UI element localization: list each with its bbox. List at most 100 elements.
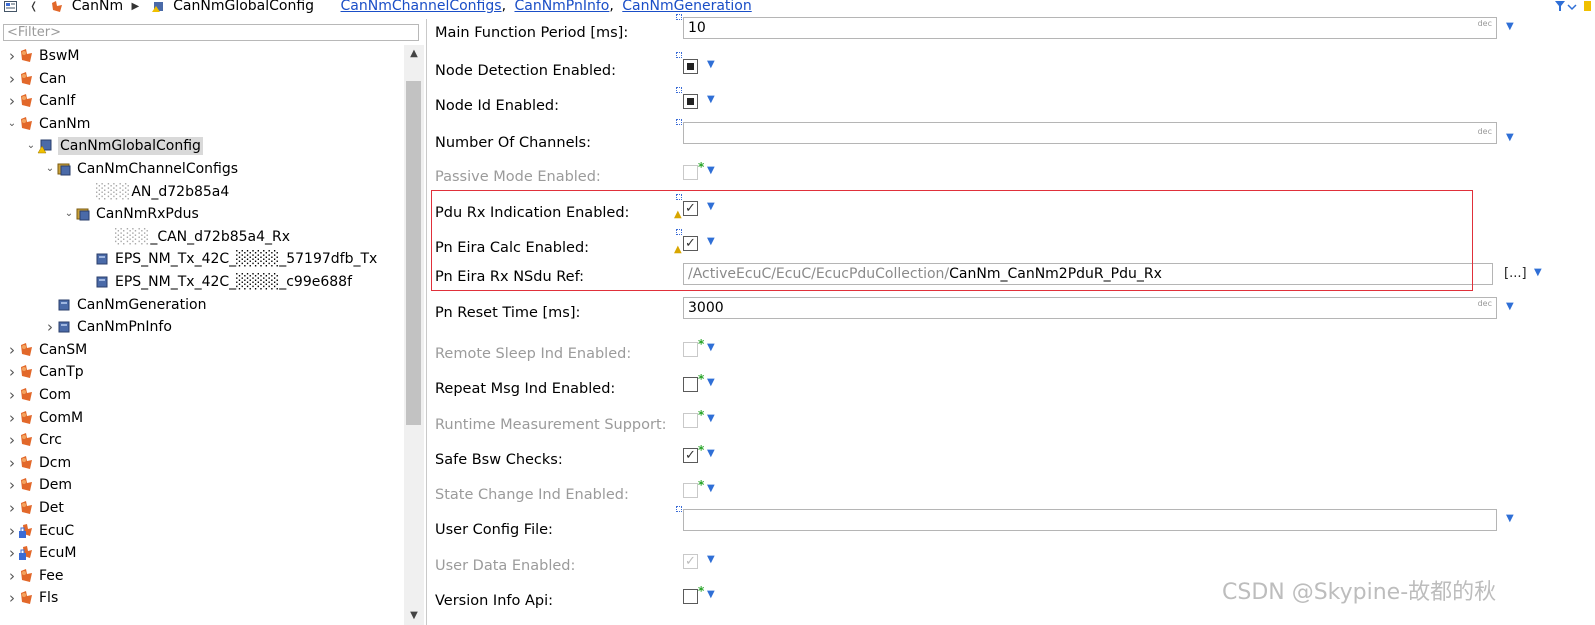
dropdown-arrow-icon[interactable]: ▼ [1506, 132, 1514, 143]
expand-chevron-icon[interactable]: ⌄ [6, 113, 18, 135]
tree-item[interactable]: › CanIf [6, 90, 75, 112]
collapse-chevron-icon[interactable]: › [6, 361, 18, 383]
scroll-down-icon[interactable]: ▼ [404, 607, 424, 625]
tree-item[interactable]: › Dcm [6, 452, 71, 474]
breadcrumb-item[interactable]: CanNmGlobalConfig [173, 0, 314, 13]
tree-item[interactable]: › Fee [6, 565, 64, 587]
breadcrumb-link[interactable]: CanNmChannelConfigs [341, 0, 502, 13]
browse-reference-button[interactable]: [...] [1504, 266, 1527, 281]
scroll-up-icon[interactable]: ▲ [404, 45, 424, 63]
dropdown-arrow-icon[interactable]: ▼ [707, 483, 715, 494]
pn-eira-rx-nsdu-ref-input[interactable]: /ActiveEcuC/EcuC/EcucPduCollection/CanNm… [683, 263, 1493, 285]
collapse-chevron-icon[interactable]: › [6, 407, 18, 429]
collapse-chevron-icon[interactable]: › [6, 565, 18, 587]
number-of-channels-input[interactable]: dec [683, 122, 1497, 144]
collapse-chevron-icon[interactable]: › [44, 316, 56, 338]
pdu-rx-indication-enabled-checkbox[interactable]: ✓ [683, 201, 698, 216]
tree-item[interactable]: › EcuC [6, 520, 74, 542]
user-data-enabled-checkbox[interactable]: ✓ [683, 554, 698, 569]
tree-item[interactable]: ⌄ CanNm [6, 113, 91, 135]
dropdown-arrow-icon[interactable]: ▼ [707, 448, 715, 459]
tree-item[interactable]: › EcuM [6, 542, 77, 564]
filter-input[interactable] [3, 24, 419, 41]
collapse-chevron-icon[interactable]: › [6, 68, 18, 90]
dropdown-arrow-icon[interactable]: ▼ [707, 201, 715, 212]
default-star-icon: * [698, 408, 705, 422]
dropdown-arrow-icon[interactable]: ▼ [707, 59, 715, 70]
tree-item[interactable]: ░░░AN_d72b85a4 [63, 181, 229, 203]
tree-item-label: Det [39, 500, 64, 516]
tree-item[interactable]: ░░░_CAN_d72b85a4_Rx [82, 226, 290, 248]
breadcrumb-link[interactable]: CanNmPnInfo [514, 0, 609, 13]
collapse-chevron-icon[interactable]: › [6, 497, 18, 519]
dropdown-arrow-icon[interactable]: ▼ [707, 236, 715, 247]
tree-item[interactable]: EPS_NM_Tx_42C_░░░░_c99e688f [82, 271, 352, 293]
dropdown-arrow-icon[interactable]: ▼ [707, 589, 715, 600]
collapse-chevron-icon[interactable]: › [6, 90, 18, 112]
runtime-measurement-support-checkbox[interactable] [683, 413, 698, 428]
tree-item[interactable]: ⌄ CanNmGlobalConfig [25, 135, 203, 157]
safe-bsw-checks-checkbox[interactable]: ✓ [683, 448, 698, 463]
tree-item[interactable]: › Det [6, 497, 64, 519]
tree-item[interactable]: › Can [6, 68, 66, 90]
scrollbar-thumb[interactable] [406, 81, 421, 425]
state-change-ind-enabled-checkbox[interactable] [683, 483, 698, 498]
tree-item-label: CanNm [39, 115, 91, 132]
tree-item[interactable]: › CanSM [6, 339, 87, 361]
default-marker-icon [676, 506, 682, 512]
outline-icon[interactable] [4, 1, 18, 13]
expand-chevron-icon[interactable]: ⌄ [44, 158, 56, 180]
dropdown-arrow-icon[interactable]: ▼ [1506, 301, 1514, 312]
dropdown-arrow-icon[interactable]: ▼ [707, 554, 715, 565]
param-label: Pn Reset Time [ms]: [435, 305, 581, 321]
dropdown-arrow-icon[interactable]: ▼ [707, 413, 715, 424]
expand-chevron-icon[interactable]: ⌄ [63, 203, 75, 225]
collapse-chevron-icon[interactable]: › [6, 542, 18, 564]
collapse-chevron-icon[interactable]: › [6, 520, 18, 542]
node-id-enabled-checkbox[interactable] [683, 94, 698, 109]
tree-item[interactable]: › CanTp [6, 361, 84, 383]
collapse-chevron-icon[interactable]: › [6, 587, 18, 609]
expand-chevron-icon[interactable]: ⌄ [25, 135, 37, 157]
pn-reset-time-input[interactable]: 3000 dec [683, 297, 1497, 319]
collapse-chevron-icon[interactable]: › [6, 452, 18, 474]
dropdown-arrow-icon[interactable]: ▼ [1506, 513, 1514, 524]
back-chevron-icon[interactable]: ❬ [29, 0, 37, 13]
tree-item[interactable]: › Crc [6, 429, 62, 451]
tree-item[interactable]: ⌄ CanNmChannelConfigs [44, 158, 238, 180]
filter-toolbar-icon[interactable] [1551, 0, 1591, 15]
node-detection-enabled-checkbox[interactable] [683, 59, 698, 74]
dropdown-arrow-icon[interactable]: ▼ [707, 377, 715, 388]
collapse-chevron-icon[interactable]: › [6, 45, 18, 67]
dropdown-arrow-icon[interactable]: ▼ [1534, 267, 1542, 278]
param-label: Pdu Rx Indication Enabled: [435, 205, 630, 221]
tree-item[interactable]: › Fls [6, 587, 58, 609]
tree-item[interactable]: › Com [6, 384, 71, 406]
tree-item[interactable]: ⌄ CanNmRxPdus [63, 203, 199, 225]
collapse-chevron-icon[interactable]: › [6, 339, 18, 361]
passive-mode-enabled-checkbox[interactable] [683, 165, 698, 180]
dropdown-arrow-icon[interactable]: ▼ [707, 342, 715, 353]
module-lock-icon [18, 545, 34, 561]
dropdown-arrow-icon[interactable]: ▼ [707, 165, 715, 176]
breadcrumb-link[interactable]: CanNmGeneration [622, 0, 751, 13]
tree-item[interactable]: EPS_NM_Tx_42C_░░░░_57197dfb_Tx [82, 248, 377, 270]
tree-item[interactable]: CanNmGeneration [44, 294, 206, 316]
tree-item[interactable]: › Dem [6, 474, 72, 496]
user-config-file-input[interactable] [683, 509, 1497, 531]
tree-item[interactable]: › CanNmPnInfo [44, 316, 172, 338]
collapse-chevron-icon[interactable]: › [6, 429, 18, 451]
collapse-chevron-icon[interactable]: › [6, 384, 18, 406]
dropdown-arrow-icon[interactable]: ▼ [707, 94, 715, 105]
tree-item[interactable]: › ComM [6, 407, 83, 429]
dropdown-arrow-icon[interactable]: ▼ [1506, 21, 1514, 32]
collapse-chevron-icon[interactable]: › [6, 474, 18, 496]
main-function-period-input[interactable]: 10 dec [683, 17, 1497, 39]
repeat-msg-ind-enabled-checkbox[interactable] [683, 377, 698, 392]
tree-item[interactable]: › BswM [6, 45, 79, 67]
pn-eira-calc-enabled-checkbox[interactable]: ✓ [683, 236, 698, 251]
remote-sleep-ind-enabled-checkbox[interactable] [683, 342, 698, 357]
default-star-icon: * [698, 584, 705, 598]
version-info-api-checkbox[interactable] [683, 589, 698, 604]
breadcrumb-item[interactable]: CanNm [72, 0, 123, 13]
